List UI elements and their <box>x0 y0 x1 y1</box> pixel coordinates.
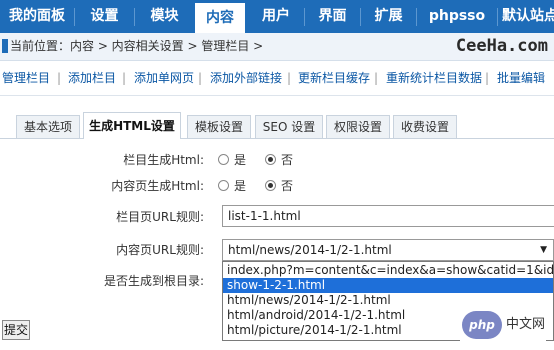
site-watermark: php 中文网 <box>460 305 546 345</box>
link-separator: | <box>122 71 127 85</box>
radio-content-html-no[interactable] <box>265 180 276 191</box>
chevron-down-icon[interactable]: ▼ <box>540 240 547 260</box>
tab-seo[interactable]: SEO 设置 <box>255 115 323 138</box>
label-content-url: 内容页URL规则: <box>116 243 204 257</box>
nav-default-site[interactable]: 默认站点 <box>502 0 554 33</box>
nav-interface[interactable]: 界面 <box>305 0 360 33</box>
settings-tabs: 基本选项 生成HTML设置 模板设置 SEO 设置 权限设置 收费设置 <box>0 112 554 139</box>
label-category-url: 栏目页URL规则: <box>116 210 204 224</box>
radio-content-html-yes[interactable] <box>218 180 229 191</box>
dropdown-option[interactable]: index.php?m=content&c=index&a=show&catid… <box>223 263 554 278</box>
php-logo: php <box>462 311 502 339</box>
label-category-html: 栏目生成Html: <box>123 153 204 167</box>
radio-category-html-no[interactable] <box>265 154 276 165</box>
nav-content[interactable]: 内容 <box>195 3 245 33</box>
link-update-cache[interactable]: 更新栏目缓存 <box>298 61 370 95</box>
tab-basic[interactable]: 基本选项 <box>16 115 80 138</box>
radio-label-yes: 是 <box>234 179 247 193</box>
link-batch-edit[interactable]: 批量编辑 <box>497 61 545 95</box>
tab-permissions[interactable]: 权限设置 <box>326 115 390 138</box>
row-category-url: 栏目页URL规则: list-1-1.html <box>0 204 554 230</box>
breadcrumb: 当前位置：内容 > 内容相关设置 > 管理栏目 > <box>10 39 264 53</box>
row-content-url: 内容页URL规则: html/news/2014-1/2-1.html ▼ <box>0 237 554 263</box>
radio-label-no: 否 <box>281 153 294 167</box>
link-add-external[interactable]: 添加外部链接 <box>210 61 282 95</box>
nav-extend[interactable]: 扩展 <box>361 0 416 33</box>
nav-modules[interactable]: 模块 <box>135 0 194 33</box>
location-marker-icon <box>2 39 8 53</box>
link-add-single-page[interactable]: 添加单网页 <box>134 61 194 95</box>
link-separator: | <box>287 71 292 85</box>
link-recount-data[interactable]: 重新统计栏目数据 <box>386 61 482 95</box>
brand-logo: CeeHa.com <box>455 36 548 56</box>
tab-charges[interactable]: 收费设置 <box>393 115 457 138</box>
radio-label-no: 否 <box>281 179 294 193</box>
tab-html-settings[interactable]: 生成HTML设置 <box>83 112 181 139</box>
dropdown-option-selected[interactable]: show-1-2-1.html <box>223 278 553 293</box>
nav-my-panel[interactable]: 我的面板 <box>0 0 74 33</box>
submit-button[interactable]: 提交 <box>2 320 30 340</box>
select-value: list-1-1.html <box>228 209 301 223</box>
select-content-url[interactable]: html/news/2014-1/2-1.html ▼ <box>222 239 554 261</box>
label-content-html: 内容页生成Html: <box>111 179 204 193</box>
row-content-html: 内容页生成Html: 是 否 <box>0 173 554 199</box>
link-separator: | <box>57 71 62 85</box>
tab-template[interactable]: 模板设置 <box>187 115 251 138</box>
link-separator: | <box>198 71 203 85</box>
radio-category-html-yes[interactable] <box>218 154 229 165</box>
link-separator: | <box>485 71 490 85</box>
nav-users[interactable]: 用户 <box>248 0 304 33</box>
top-nav: 我的面板 设置 模块 内容 用户 界面 扩展 phpsso 默认站点 <box>0 0 554 33</box>
watermark-text: 中文网 <box>506 317 546 332</box>
select-value: html/news/2014-1/2-1.html <box>228 243 392 257</box>
row-category-html: 栏目生成Html: 是 否 <box>0 147 554 173</box>
nav-separator <box>497 8 498 26</box>
link-add-category[interactable]: 添加栏目 <box>68 61 116 95</box>
nav-settings[interactable]: 设置 <box>75 0 134 33</box>
sub-links: 管理栏目 | 添加栏目 | 添加单网页 | 添加外部链接 | 更新栏目缓存 | … <box>0 61 554 96</box>
label-root-dir: 是否生成到根目录: <box>103 274 204 288</box>
select-category-url[interactable]: list-1-1.html <box>222 205 554 227</box>
breadcrumb-bar: 当前位置：内容 > 内容相关设置 > 管理栏目 > CeeHa.com <box>0 33 554 61</box>
nav-phpsso[interactable]: phpsso <box>417 0 497 33</box>
link-manage-category[interactable]: 管理栏目 <box>2 61 50 95</box>
radio-label-yes: 是 <box>234 153 247 167</box>
link-separator: | <box>374 71 379 85</box>
